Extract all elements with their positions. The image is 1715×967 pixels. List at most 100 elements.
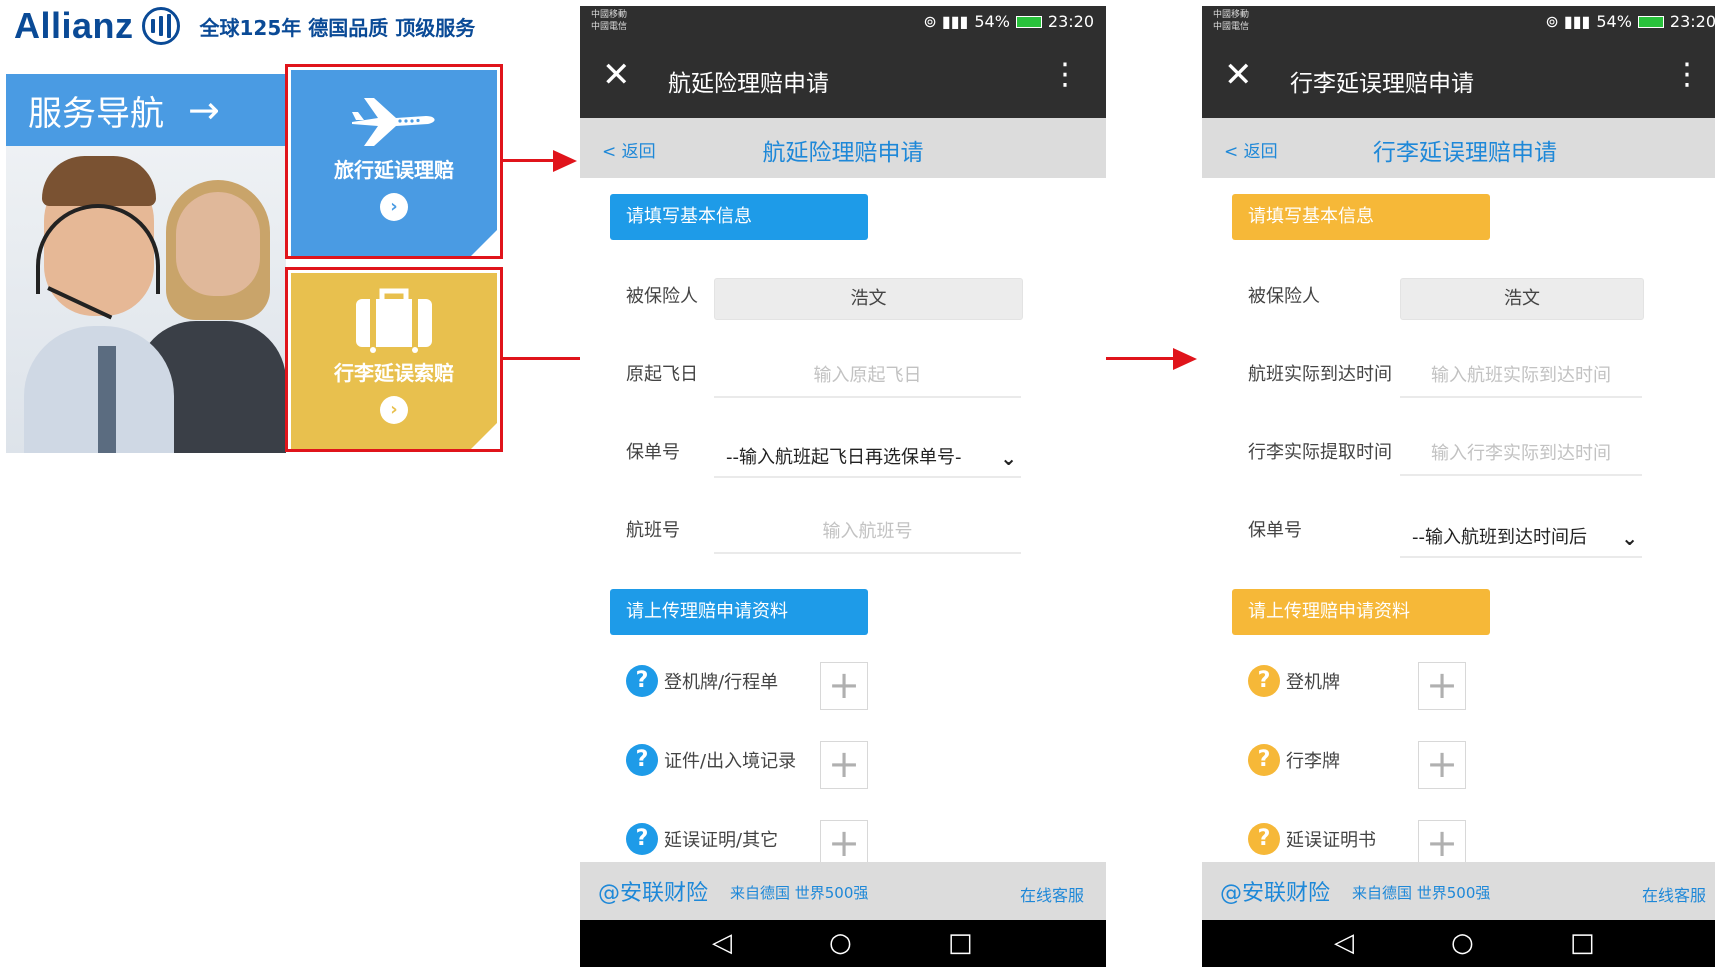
flight-number-input[interactable]: 输入航班号 [714,512,1021,554]
tile-corner [471,423,497,449]
upload-row: ? 登机牌/行程单 [626,656,778,706]
signal-icon: ⊚ ▮▮▮ [1545,12,1591,31]
insured-field[interactable]: 浩文 [1400,278,1644,320]
back-triangle-icon[interactable]: ◁ [1334,928,1354,958]
tile-label: 行李延误索赔 [334,361,454,385]
signal-icon: ⊚ ▮▮▮ [923,12,969,31]
luggage-delay-claim-tile[interactable]: 行李延误索赔 › [291,273,497,449]
plus-icon[interactable]: + [820,741,868,789]
question-icon[interactable]: ? [1248,823,1280,855]
status-bar: 中國移動 中國電信 ⊚ ▮▮▮ 54% 23:20 [580,6,1106,38]
question-icon[interactable]: ? [1248,665,1280,697]
phone-screen-luggage-delay: 中國移動 中國電信 ⊚ ▮▮▮ 54% 23:20 ✕ 行李延误理赔申请 ⋮ 行… [1202,6,1715,967]
travel-delay-claim-tile[interactable]: 旅行延误理赔 › [291,70,497,256]
allianz-logo-icon [141,7,180,45]
footer-brand: @安联财险 [598,881,709,906]
close-icon[interactable]: ✕ [602,58,631,92]
carrier-2: 中國電信 [1213,22,1250,32]
close-icon[interactable]: ✕ [1224,58,1253,92]
question-icon[interactable]: ? [626,665,658,697]
departure-date-input[interactable]: 输入原起飞日 [714,356,1021,398]
battery-percent: 54% [1596,12,1632,31]
plus-icon[interactable]: + [1418,741,1466,789]
carrier-2: 中國電信 [591,22,628,32]
online-service-link[interactable]: 在线客服 [1642,882,1706,906]
upload-label: 登机牌 [1286,672,1340,693]
battery-percent: 54% [974,12,1010,31]
status-indicators: ⊚ ▮▮▮ 54% 23:20 [923,12,1094,31]
footer-slogan: 来自德国 世界500强 [1352,884,1491,902]
android-nav-bar: ◁ ○ □ [1202,920,1715,967]
recent-square-icon[interactable]: □ [1570,928,1595,958]
home-circle-icon[interactable]: ○ [829,928,852,958]
recent-square-icon[interactable]: □ [948,928,973,958]
home-circle-icon[interactable]: ○ [1451,928,1474,958]
status-indicators: ⊚ ▮▮▮ 54% 23:20 [1545,12,1715,31]
clock: 23:20 [1047,12,1094,31]
carrier-info: 中國移動 中國電信 [1213,9,1249,33]
customer-service-photo [6,146,286,453]
brand-name: Allianz [14,5,134,46]
window-title: 航延险理赔申请 [668,71,829,97]
photo-figure [42,156,156,206]
brand-header: Allianz 全球125年 德国品质 顶级服务 [14,4,475,48]
chevron-right-icon: › [380,396,408,424]
back-triangle-icon[interactable]: ◁ [712,928,732,958]
policy-number-label: 保单号 [1248,520,1302,541]
chevron-down-icon: ⌄ [1000,446,1017,470]
flight-arrival-label: 航班实际到达时间 [1248,364,1392,385]
upload-row: ? 登机牌 [1248,656,1340,706]
brand-slogan: 全球125年 德国品质 顶级服务 [199,15,476,40]
plus-icon[interactable]: + [1418,662,1466,710]
back-link[interactable]: < 返回 [602,137,656,162]
section-upload-docs: 请上传理赔申请资料 [1232,589,1490,635]
upload-row: ? 延误证明书 [1248,814,1376,864]
status-bar: 中國移動 中國電信 ⊚ ▮▮▮ 54% 23:20 [1202,6,1715,38]
service-nav-header: 服务导航 → [6,74,286,146]
section-basic-info: 请填写基本信息 [610,194,868,240]
back-link[interactable]: < 返回 [1224,137,1278,162]
upload-row: ? 行李牌 [1248,735,1340,785]
departure-date-label: 原起飞日 [626,364,698,385]
policy-number-value: --输入航班起飞日再选保单号- [726,447,962,468]
window-title: 行李延误理赔申请 [1290,71,1474,97]
question-icon[interactable]: ? [626,823,658,855]
question-icon[interactable]: ? [626,744,658,776]
chevron-down-icon: ⌄ [1621,526,1638,550]
policy-number-label: 保单号 [626,442,680,463]
footer-bar: @安联财险 来自德国 世界500强 在线客服 [1202,862,1715,920]
photo-figure [176,192,260,296]
page-title: 航延险理赔申请 [762,140,924,166]
luggage-pickup-input[interactable]: 输入行李实际到达时间 [1400,434,1642,476]
footer-slogan: 来自德国 世界500强 [730,884,869,902]
tile-label: 旅行延误理赔 [334,158,454,182]
upload-label: 证件/出入境记录 [664,751,797,772]
plus-icon[interactable]: + [820,662,868,710]
online-service-link[interactable]: 在线客服 [1020,882,1084,906]
section-upload-docs: 请上传理赔申请资料 [610,589,868,635]
carrier-1: 中國移動 [591,10,628,20]
policy-number-value: --输入航班到达时间后 [1412,527,1587,548]
clock: 23:20 [1669,12,1715,31]
battery-icon [1015,15,1042,28]
plus-icon[interactable]: + [1418,820,1466,868]
page-header: 航延险理赔申请 < 返回 [580,118,1106,178]
plus-icon[interactable]: + [820,820,868,868]
upload-label: 行李牌 [1286,751,1340,772]
footer-brand: @安联财险 [1220,881,1331,906]
question-icon[interactable]: ? [1248,744,1280,776]
flight-number-label: 航班号 [626,520,680,541]
service-nav-title: 服务导航 [28,93,164,134]
insured-field[interactable]: 浩文 [714,278,1023,320]
photo-figure [98,346,116,453]
policy-number-select[interactable]: --输入航班到达时间后 ⌄ [1400,518,1642,558]
more-options-icon[interactable]: ⋮ [1050,58,1080,92]
battery-icon [1637,15,1664,28]
arrow-right-icon: → [188,88,220,132]
footer-bar: @安联财险 来自德国 世界500强 在线客服 [580,862,1106,920]
policy-number-select[interactable]: --输入航班起飞日再选保单号- ⌄ [714,438,1021,478]
chevron-right-icon: › [380,193,408,221]
more-options-icon[interactable]: ⋮ [1672,58,1702,92]
flight-arrival-input[interactable]: 输入航班实际到达时间 [1400,356,1642,398]
phone-screen-flight-delay: 中國移動 中國電信 ⊚ ▮▮▮ 54% 23:20 ✕ 航延险理赔申请 ⋮ 航延… [580,6,1106,967]
